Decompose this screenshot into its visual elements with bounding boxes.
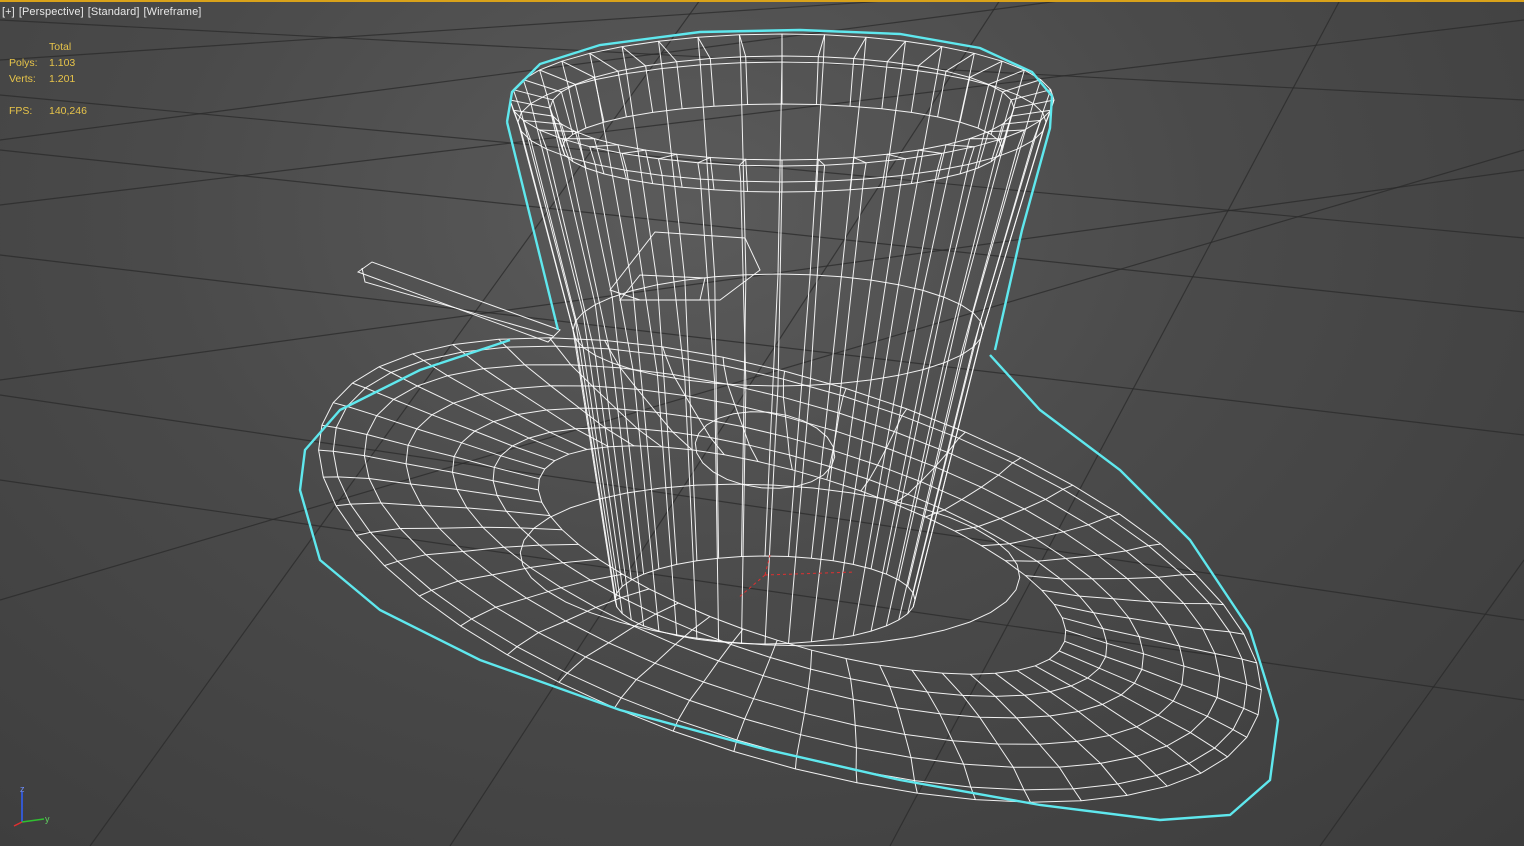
saucer-segment	[1065, 629, 1262, 691]
saucer-segment	[1054, 603, 1245, 635]
saucer-segment	[879, 664, 918, 794]
viewport-view-label[interactable]: [Perspective]	[19, 6, 84, 18]
cup-segment	[907, 120, 1042, 614]
viewport-plus-menu[interactable]: [+]	[2, 6, 15, 18]
saucer-segment	[969, 673, 1082, 801]
viewport-perspective[interactable]	[0, 0, 1524, 846]
cup-rim-segment	[937, 144, 975, 180]
cup-segment	[621, 153, 678, 636]
gizmo-z-label: z	[20, 786, 25, 794]
cup-rim-segment	[658, 40, 683, 109]
saucer-ring	[363, 364, 1221, 768]
cup-segment	[589, 53, 660, 569]
cup-rim-segment	[849, 36, 867, 107]
saucer-segment	[1059, 650, 1248, 738]
saucer-segment	[1041, 589, 1224, 606]
saucer-segment	[1049, 658, 1228, 758]
saucer-selection-outline	[298, 338, 1280, 822]
spoon-handle-edge	[361, 267, 554, 337]
cup-segment	[832, 41, 906, 561]
stats-verts-row: Verts: 1.201	[9, 71, 87, 87]
cup-segment	[912, 89, 1052, 594]
cup-rim-segment	[697, 36, 715, 107]
cup-rim-segment	[589, 52, 627, 117]
cup-rim-segment	[621, 46, 654, 113]
cup-rim-segment	[881, 40, 906, 109]
cup-segment	[738, 34, 747, 557]
viewport-label-menu[interactable]: [+] [Perspective] [Standard] [Wireframe]	[2, 6, 201, 18]
viewport-render-mode-label[interactable]: [Wireframe]	[144, 6, 202, 18]
cup-saucer-wireframe[interactable]	[0, 0, 1524, 846]
cup-rim-segment	[815, 34, 826, 105]
cup-segment	[852, 46, 943, 565]
cup-segment	[870, 146, 975, 632]
stats-polys-label: Polys:	[9, 57, 38, 69]
saucer-segment	[1005, 543, 1161, 562]
stats-verts-value: 1.201	[49, 73, 76, 85]
stats-fps-value: 140,246	[49, 105, 87, 117]
cup-segment	[509, 99, 616, 601]
cup-segment	[788, 34, 826, 557]
saucer-segment	[672, 628, 744, 732]
spoon-handle	[356, 261, 561, 343]
saucer-segment	[335, 502, 550, 517]
cup-segment	[764, 166, 783, 645]
stats-total-label: Total	[49, 41, 72, 53]
axis-gizmo-icon: z y	[13, 786, 50, 827]
saucer-segment	[981, 513, 1120, 547]
cup-ring	[614, 555, 916, 645]
viewport-shading-label[interactable]: [Standard]	[88, 6, 140, 18]
cup-rim-segment	[937, 52, 975, 117]
saucer-segment	[412, 353, 588, 450]
cup-segment	[852, 153, 943, 636]
saucer-segment	[419, 558, 599, 597]
stats-fps-row: FPS: 140,246	[9, 103, 87, 119]
cup-segment	[885, 138, 1003, 627]
saucer-segment	[733, 640, 778, 752]
cup-segment	[898, 69, 1025, 581]
saucer-floor	[519, 483, 1021, 647]
saucer-segment	[1064, 640, 1259, 716]
saucer-segment	[826, 388, 847, 480]
stats-polys-row: Polys: 1.103	[9, 55, 87, 71]
saucer-ring	[332, 345, 1248, 791]
saucer-segment	[384, 543, 579, 567]
world-origin-icon	[764, 571, 856, 576]
saucer-segment	[911, 669, 976, 800]
saucer-segment	[558, 602, 679, 683]
active-viewport-border	[0, 0, 1524, 2]
saucer-segment	[1062, 617, 1257, 664]
saucer-segment	[941, 672, 1031, 803]
cup-rim-segment	[959, 60, 1003, 123]
stats-fps-label: FPS:	[9, 105, 33, 117]
saucer-segment	[845, 658, 858, 783]
saucer-segment	[1034, 665, 1202, 774]
cup-segment	[658, 41, 698, 561]
gizmo-y-label: y	[45, 814, 50, 824]
saucer-segment	[1025, 573, 1196, 580]
cup-rim-segment	[910, 46, 943, 113]
saucer-segment	[323, 476, 542, 503]
viewport-statistics: Total Polys: 1.103 Verts: 1.201 FPS: 140…	[9, 39, 87, 119]
saucer-segment	[352, 382, 555, 462]
stats-polys-value: 1.103	[49, 57, 76, 69]
stats-verts-label: Verts:	[9, 73, 36, 85]
saucer-segment	[794, 650, 813, 769]
